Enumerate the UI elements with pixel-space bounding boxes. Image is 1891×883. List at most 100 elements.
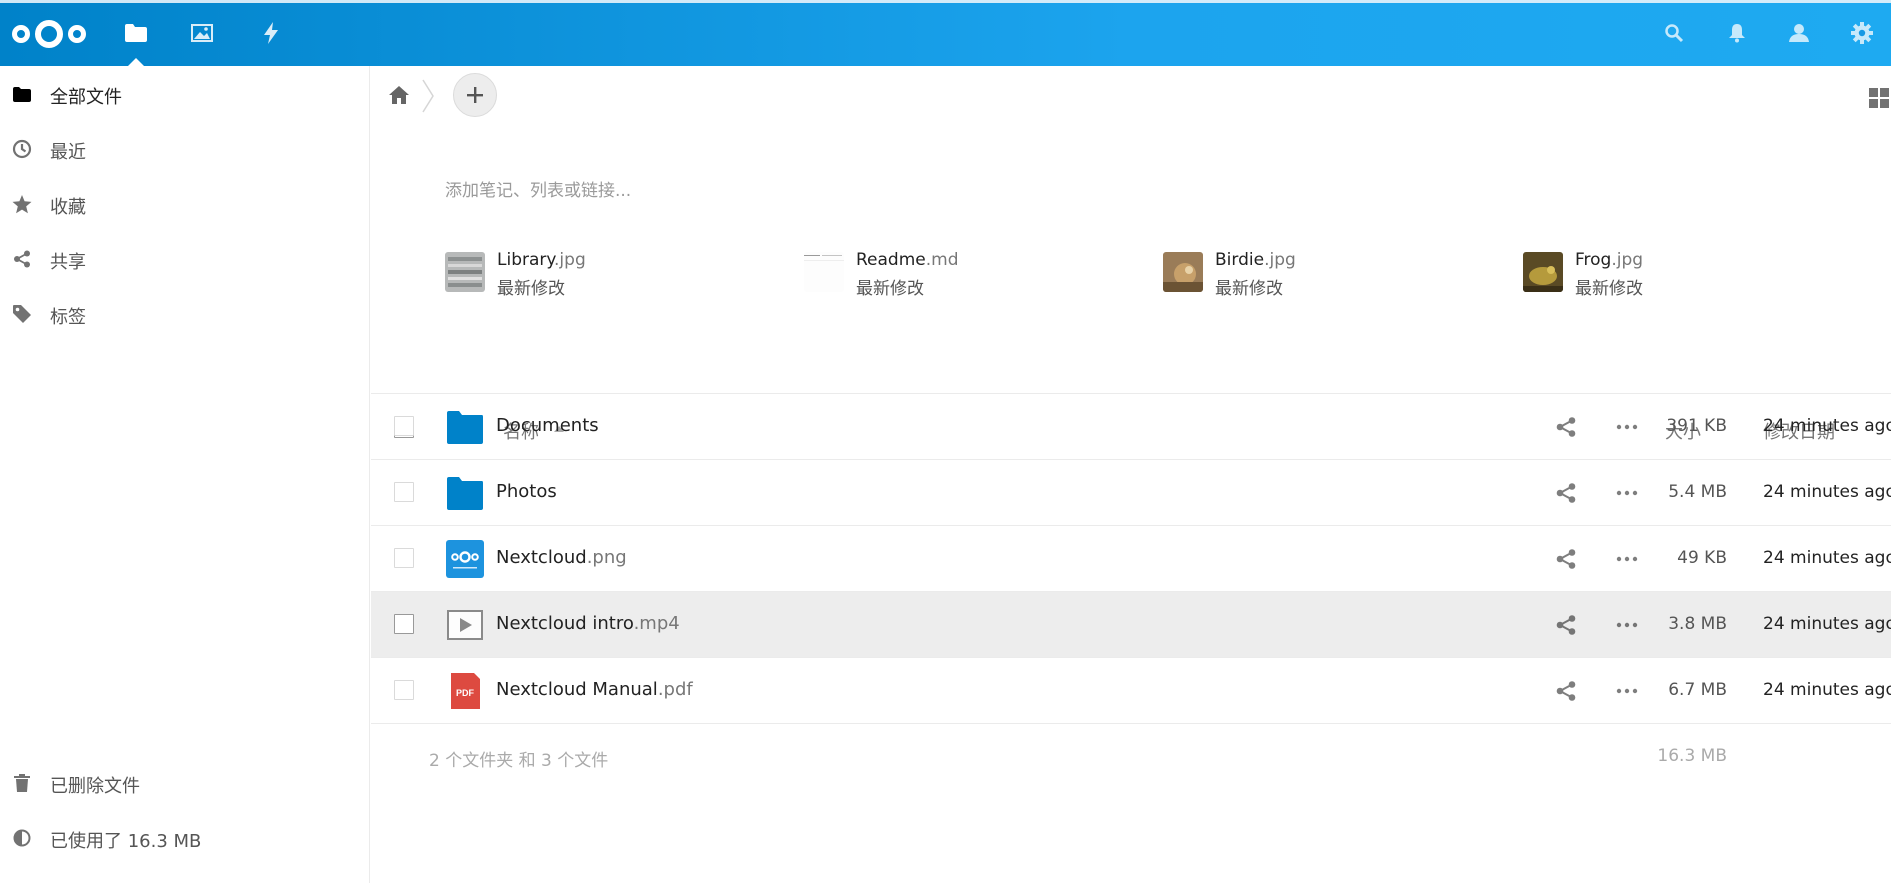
table-row[interactable]: Nextcloud.png 49 KB 24 minutes ago — [371, 525, 1891, 591]
grid-view-toggle-icon[interactable] — [1867, 86, 1891, 110]
sidebar-item-recent[interactable]: 最近 — [0, 124, 369, 174]
row-checkbox[interactable] — [394, 680, 414, 700]
recent-file-name: Birdie.jpg — [1215, 250, 1296, 270]
app-files[interactable] — [103, 0, 169, 66]
share-icon[interactable] — [1555, 482, 1577, 504]
recent-file-status: 最新修改 — [1575, 279, 1643, 299]
share-icon — [12, 249, 32, 269]
sidebar-item-tags[interactable]: 标签 — [0, 289, 369, 339]
file-modified-date: 24 minutes ago — [1763, 416, 1891, 436]
file-name[interactable]: Nextcloud intro.mp4 — [496, 613, 680, 634]
trash-icon — [12, 773, 32, 793]
clock-icon — [12, 139, 32, 159]
more-options-icon[interactable] — [1615, 482, 1639, 504]
recent-file-name: Readme.md — [856, 250, 959, 270]
file-summary: 2 个文件夹 和 3 个文件 16.3 MB — [371, 723, 1891, 771]
share-icon[interactable] — [1555, 680, 1577, 702]
folder-icon — [125, 24, 147, 42]
more-options-icon[interactable] — [1615, 614, 1639, 636]
sidebar-item-favorites[interactable]: 收藏 — [0, 179, 369, 229]
file-name[interactable]: Documents — [496, 415, 599, 436]
file-name[interactable]: Nextcloud Manual.pdf — [496, 679, 693, 700]
file-size: 6.7 MB — [1668, 680, 1727, 700]
table-row[interactable]: Photos 5.4 MB 24 minutes ago — [371, 459, 1891, 525]
more-options-icon[interactable] — [1615, 680, 1639, 702]
row-checkbox[interactable] — [394, 482, 414, 502]
rich-workspace-input[interactable]: 添加笔记、列表或链接... — [445, 176, 631, 201]
lightning-icon — [264, 22, 278, 44]
more-options-icon[interactable] — [1615, 416, 1639, 438]
file-size: 391 KB — [1666, 416, 1727, 436]
row-checkbox[interactable] — [394, 548, 414, 568]
file-modified-date: 24 minutes ago — [1763, 548, 1891, 568]
breadcrumb-separator — [422, 79, 434, 113]
contacts-icon[interactable] — [1786, 20, 1812, 46]
file-modified-date: 24 minutes ago — [1763, 680, 1891, 700]
video-file-icon — [447, 610, 483, 640]
sidebar-item-label: 标签 — [50, 307, 86, 328]
home-icon[interactable] — [386, 82, 412, 108]
quota-label: 已使用了 16.3 MB — [50, 831, 202, 852]
sidebar-item-label: 共享 — [50, 252, 86, 273]
plus-icon — [467, 87, 483, 103]
table-row[interactable]: Nextcloud intro.mp4 3.8 MB 24 minutes ag… — [371, 591, 1891, 657]
table-row[interactable]: PDF Nextcloud Manual.pdf 6.7 MB 24 minut… — [371, 657, 1891, 723]
recent-file[interactable]: Frog.jpg 最新修改 — [1523, 250, 1823, 299]
file-name[interactable]: Photos — [496, 481, 557, 502]
sidebar-item-label: 收藏 — [50, 197, 86, 218]
sidebar-item-label: 最近 — [50, 142, 86, 163]
summary-count: 2 个文件夹 和 3 个文件 — [429, 751, 609, 771]
top-header — [0, 0, 1891, 66]
file-modified-date: 24 minutes ago — [1763, 482, 1891, 502]
row-checkbox[interactable] — [394, 614, 414, 634]
gear-icon[interactable] — [1849, 20, 1875, 46]
folder-icon — [447, 477, 483, 510]
sidebar-item-all-files[interactable]: 全部文件 — [0, 69, 369, 119]
sidebar-item-trash[interactable]: 已删除文件 — [0, 758, 369, 808]
more-options-icon[interactable] — [1615, 548, 1639, 570]
app-photos[interactable] — [169, 0, 235, 66]
table-row[interactable]: Documents 391 KB 24 minutes ago — [371, 393, 1891, 459]
share-icon[interactable] — [1555, 548, 1577, 570]
file-size: 49 KB — [1677, 548, 1727, 568]
sidebar-item-quota: 已使用了 16.3 MB — [0, 813, 369, 863]
recent-file-name: Frog.jpg — [1575, 250, 1644, 270]
share-icon[interactable] — [1555, 614, 1577, 636]
file-size: 5.4 MB — [1668, 482, 1727, 502]
file-modified-date: 24 minutes ago — [1763, 614, 1891, 634]
frog-thumbnail — [1523, 252, 1563, 292]
star-icon — [12, 194, 32, 214]
share-icon[interactable] — [1555, 416, 1577, 438]
quota-pie-icon — [12, 828, 32, 848]
trash-label: 已删除文件 — [50, 776, 140, 797]
recent-file-status: 最新修改 — [856, 279, 924, 299]
readme-thumbnail — [804, 252, 844, 292]
nextcloud-logo[interactable] — [10, 16, 88, 52]
summary-total-size: 16.3 MB — [1657, 746, 1727, 766]
recent-file-status: 最新修改 — [1215, 279, 1283, 299]
image-icon — [191, 24, 213, 42]
bell-icon[interactable] — [1724, 20, 1750, 46]
library-thumbnail — [445, 252, 485, 292]
birdie-thumbnail — [1163, 252, 1203, 292]
recent-file[interactable]: Library.jpg 最新修改 — [445, 250, 745, 299]
pdf-file-icon: PDF — [451, 673, 480, 709]
file-list-area: 添加笔记、列表或链接... Library.jpg 最新修改 Readme.md… — [371, 66, 1891, 883]
tag-icon — [12, 304, 32, 324]
svg-text:PDF: PDF — [456, 688, 475, 698]
new-file-button[interactable] — [453, 73, 497, 117]
recent-file-status: 最新修改 — [497, 279, 565, 299]
sidebar-item-label: 全部文件 — [50, 87, 122, 108]
recent-file[interactable]: Readme.md 最新修改 — [804, 250, 1104, 299]
app-activity[interactable] — [238, 0, 304, 66]
folder-icon — [447, 411, 483, 444]
recent-file-name: Library.jpg — [497, 250, 586, 270]
recent-file[interactable]: Birdie.jpg 最新修改 — [1163, 250, 1463, 299]
row-checkbox[interactable] — [394, 416, 414, 436]
sidebar: 全部文件 最近 收藏 共享 标签 已删除文件 已使用了 16.3 MB — [0, 66, 370, 883]
nextcloud-image-thumbnail — [446, 540, 484, 578]
search-icon[interactable] — [1661, 20, 1687, 46]
sidebar-item-shares[interactable]: 共享 — [0, 234, 369, 284]
file-name[interactable]: Nextcloud.png — [496, 547, 627, 568]
file-size: 3.8 MB — [1668, 614, 1727, 634]
